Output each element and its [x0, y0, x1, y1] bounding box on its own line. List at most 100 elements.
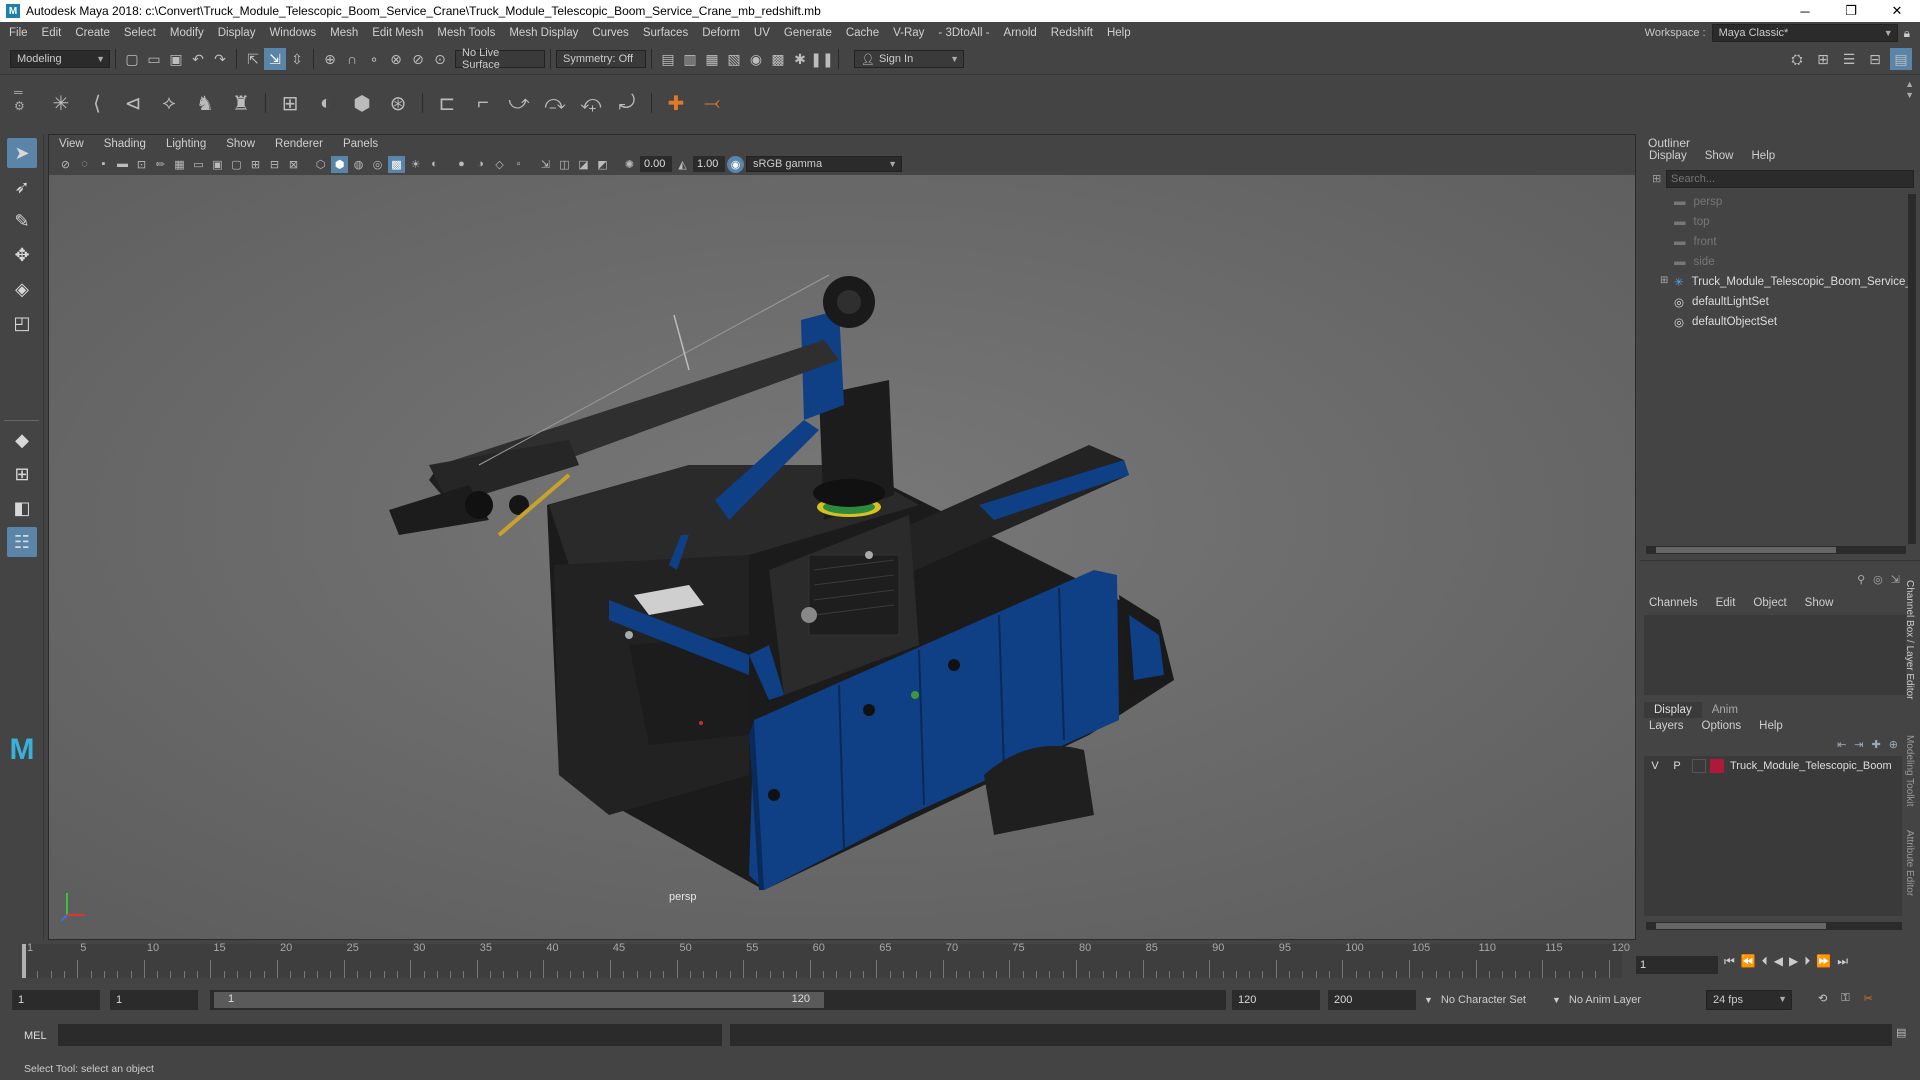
- menu-edit[interactable]: Edit: [35, 27, 69, 39]
- current-time-indicator[interactable]: [22, 944, 26, 978]
- attribute-editor-toggle-icon[interactable]: ⊞: [1812, 48, 1834, 70]
- scrollbar-thumb[interactable]: [1656, 923, 1826, 929]
- joint-tool-icon[interactable]: ⟨: [80, 86, 114, 120]
- menu-mesh-tools[interactable]: Mesh Tools: [430, 27, 502, 39]
- expand-icon[interactable]: ⊞: [1660, 275, 1668, 286]
- layer-display-type-toggle[interactable]: [1692, 759, 1706, 773]
- outliner-toggle-icon[interactable]: ⊟: [1864, 48, 1886, 70]
- outliner-item[interactable]: ◎ defaultLightSet: [1674, 292, 1769, 312]
- open-scene-icon[interactable]: ▭: [143, 48, 165, 70]
- paint-weights-icon[interactable]: ◐: [309, 86, 343, 120]
- layer-menu-options[interactable]: Options: [1693, 720, 1751, 732]
- move-tool-icon[interactable]: ✥: [7, 240, 37, 270]
- channel-menu-channels[interactable]: Channels: [1640, 597, 1707, 609]
- humanik-icon[interactable]: ♜: [224, 86, 258, 120]
- tab-attribute-editor[interactable]: Attribute Editor: [1904, 830, 1915, 896]
- viewport-menu-renderer[interactable]: Renderer: [265, 138, 333, 150]
- scrollbar-thumb[interactable]: [1656, 547, 1836, 553]
- film-gate-icon[interactable]: ▭: [190, 156, 207, 173]
- viewport-menu-panels[interactable]: Panels: [333, 138, 388, 150]
- menu-edit-mesh[interactable]: Edit Mesh: [365, 27, 430, 39]
- layer-menu-layers[interactable]: Layers: [1640, 720, 1693, 732]
- shelf-scroll-icon[interactable]: ▲ ▼: [1905, 79, 1914, 101]
- playback-start-field[interactable]: 1: [110, 990, 198, 1010]
- depth-of-field-icon[interactable]: ▫: [510, 156, 527, 173]
- render-view-icon[interactable]: ▤: [657, 48, 679, 70]
- channel-pin-icon[interactable]: ⇲: [1891, 573, 1900, 586]
- tool-settings-toggle-icon[interactable]: ☰: [1838, 48, 1860, 70]
- lattice-icon[interactable]: ⬢: [345, 86, 379, 120]
- select-by-component-icon[interactable]: ⇳: [286, 48, 308, 70]
- exposure-icon[interactable]: ✺: [621, 156, 638, 173]
- aim-constraint-icon[interactable]: ⤙: [695, 86, 729, 120]
- menu-cache[interactable]: Cache: [839, 27, 886, 39]
- character-set-dropdown[interactable]: ▼ No Character Set: [1424, 990, 1544, 1010]
- outliner-menu-help[interactable]: Help: [1743, 150, 1785, 162]
- channel-box-toggle-icon[interactable]: ▤: [1890, 48, 1912, 70]
- menu-windows[interactable]: Windows: [262, 27, 323, 39]
- layer-horizontal-scrollbar[interactable]: [1646, 922, 1902, 930]
- ipr-render-icon[interactable]: ▦: [701, 48, 723, 70]
- lasso-tool-icon[interactable]: ➶: [7, 172, 37, 202]
- bind-skin-icon[interactable]: ⊞: [273, 86, 307, 120]
- snap-point-icon[interactable]: ∘: [363, 48, 385, 70]
- select-camera-icon[interactable]: ⊘: [57, 156, 74, 173]
- cluster-icon[interactable]: ⊛: [381, 86, 415, 120]
- outliner-item[interactable]: ◎ defaultObjectSet: [1674, 312, 1777, 332]
- symmetry-tool-icon[interactable]: ✳: [44, 86, 78, 120]
- gamma-field[interactable]: 1.00: [693, 156, 725, 172]
- screen-space-ao-icon[interactable]: ●: [453, 156, 470, 173]
- modeling-toolkit-toggle-icon[interactable]: ⛭: [1786, 48, 1808, 70]
- nonlinear-deformer-icon[interactable]: ⤼: [538, 86, 572, 120]
- command-input[interactable]: [58, 1024, 722, 1046]
- range-slider-handle[interactable]: 1 120: [214, 992, 824, 1008]
- create-locator-icon[interactable]: ✚: [659, 86, 693, 120]
- xray-icon[interactable]: ◫: [556, 156, 573, 173]
- tab-modeling-toolkit[interactable]: Modeling Toolkit: [1904, 735, 1915, 807]
- color-management-icon[interactable]: ◉: [727, 155, 744, 173]
- maximize-button[interactable]: ❐: [1828, 0, 1874, 22]
- snap-surface-icon[interactable]: ⊘: [407, 48, 429, 70]
- fps-dropdown[interactable]: 24 fps ▼: [1706, 990, 1792, 1010]
- move-layer-up-icon[interactable]: ⇤: [1837, 738, 1846, 751]
- command-language-label[interactable]: MEL: [24, 1030, 47, 1042]
- menu-arnold[interactable]: Arnold: [997, 27, 1044, 39]
- menu-modify[interactable]: Modify: [163, 27, 211, 39]
- menu-select[interactable]: Select: [117, 27, 163, 39]
- safe-action-icon[interactable]: ⊟: [266, 156, 283, 173]
- menu-generate[interactable]: Generate: [777, 27, 839, 39]
- render-settings-icon[interactable]: ▧: [723, 48, 745, 70]
- four-view-layout-icon[interactable]: ⊞: [7, 459, 37, 489]
- layer-menu-help[interactable]: Help: [1750, 720, 1792, 732]
- viewport-menu-show[interactable]: Show: [216, 138, 265, 150]
- menu-create[interactable]: Create: [68, 27, 117, 39]
- scene-start-field[interactable]: 1: [12, 990, 100, 1010]
- render-setup-icon[interactable]: ▩: [767, 48, 789, 70]
- ik-spline-icon[interactable]: ⟡: [152, 86, 186, 120]
- outliner-menu-show[interactable]: Show: [1696, 150, 1743, 162]
- scale-tool-icon[interactable]: ◰: [7, 308, 37, 338]
- bend-deformer-icon[interactable]: ⤻: [502, 86, 536, 120]
- camera-attributes-icon[interactable]: ◌: [76, 156, 93, 173]
- resolution-gate-icon[interactable]: ▣: [209, 156, 226, 173]
- grease-pencil-icon[interactable]: ✏: [152, 156, 169, 173]
- layer-row[interactable]: V P Truck_Module_Telescopic_Boom: [1644, 756, 1902, 776]
- play-forward-icon[interactable]: ▶: [1789, 954, 1798, 969]
- tab-channel-box-layer-editor[interactable]: Channel Box / Layer Editor: [1904, 580, 1915, 700]
- channel-menu-object[interactable]: Object: [1744, 597, 1795, 609]
- current-frame-field[interactable]: 1: [1636, 956, 1718, 974]
- outliner-item[interactable]: ▬ front: [1674, 232, 1717, 252]
- select-by-object-icon[interactable]: ⇲: [264, 48, 286, 70]
- 2d-pan-zoom-icon[interactable]: ⊡: [133, 156, 150, 173]
- filter-icon[interactable]: ⊞: [1652, 172, 1661, 185]
- rotate-tool-icon[interactable]: ◈: [7, 274, 37, 304]
- wire-deformer-icon[interactable]: ⌐: [466, 86, 500, 120]
- minimize-button[interactable]: ─: [1782, 0, 1828, 22]
- outliner-item[interactable]: ✳ Truck_Module_Telescopic_Boom_Service_: [1674, 272, 1912, 292]
- menu-mesh-display[interactable]: Mesh Display: [502, 27, 585, 39]
- xray-joints-icon[interactable]: ◩: [594, 156, 611, 173]
- outliner-item[interactable]: ▬ persp: [1674, 192, 1722, 212]
- wrap-deformer-icon[interactable]: ⤾: [610, 86, 644, 120]
- layer-visibility-toggle[interactable]: V: [1644, 760, 1666, 772]
- menu-help[interactable]: Help: [1100, 27, 1138, 39]
